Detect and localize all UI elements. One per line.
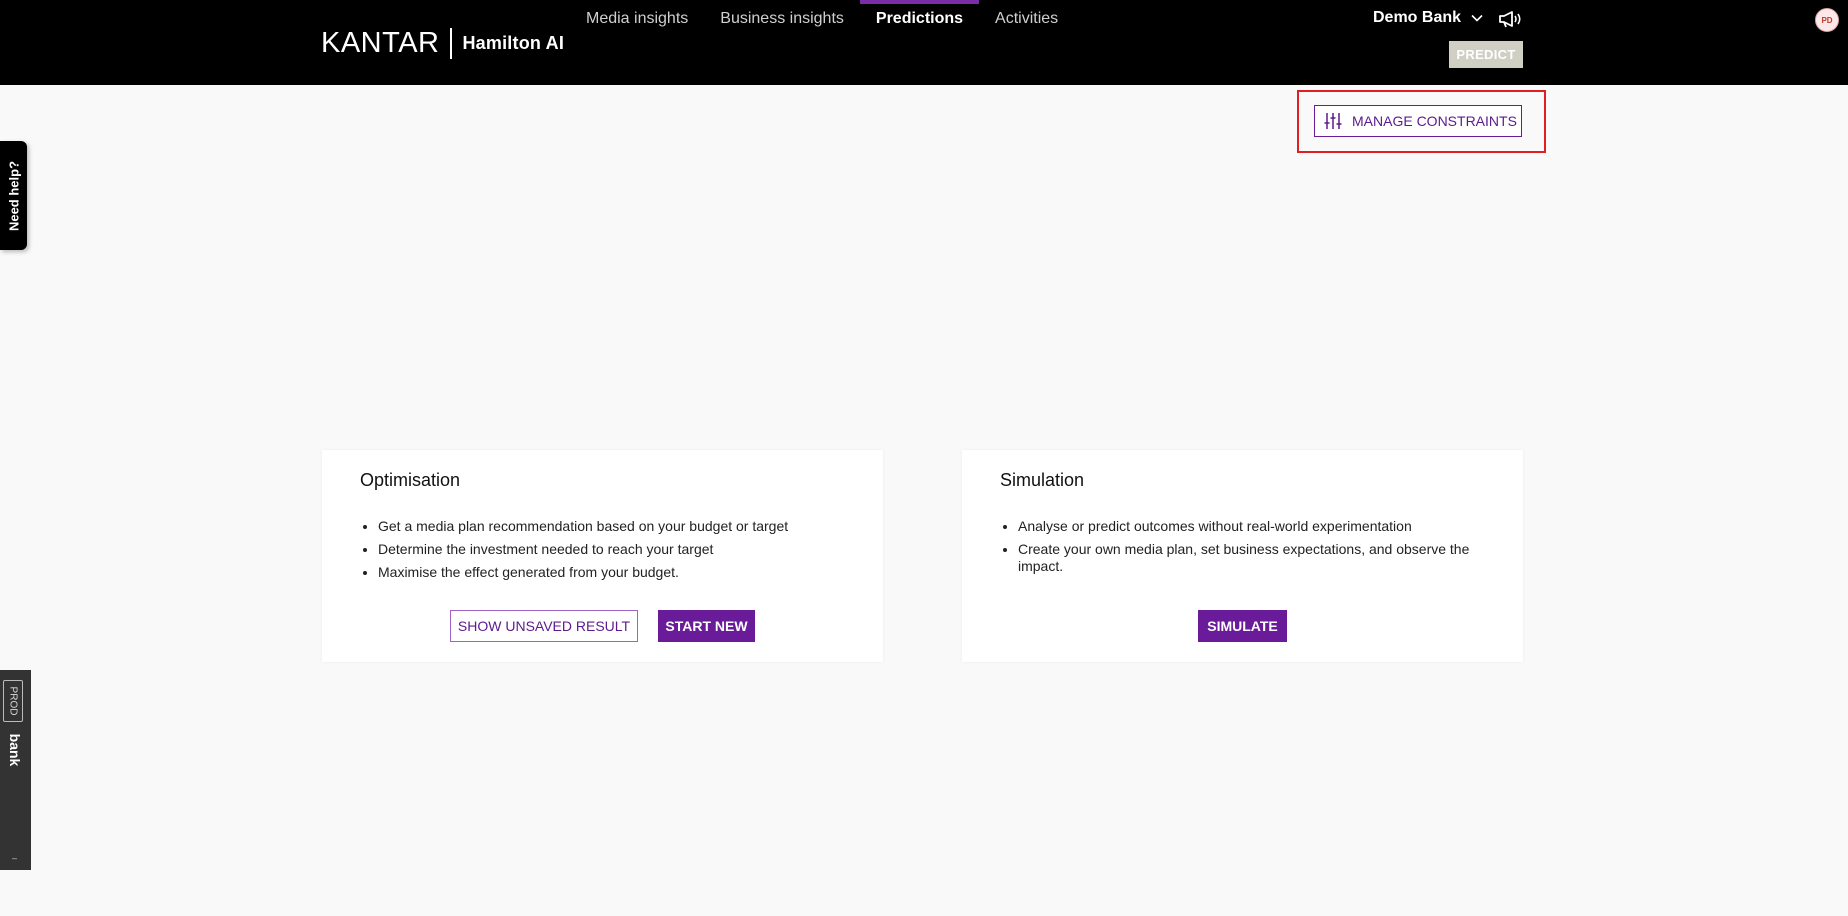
simulate-button[interactable]: SIMULATE — [1198, 610, 1287, 642]
kantar-logo: KANTAR — [321, 26, 440, 59]
avatar[interactable]: PD — [1815, 8, 1839, 32]
start-new-button[interactable]: START NEW — [658, 610, 755, 642]
list-item: Create your own media plan, set business… — [1018, 541, 1490, 575]
predict-button[interactable]: PREDICT — [1449, 41, 1523, 68]
product-name: Hamilton AI — [462, 32, 565, 53]
manage-constraints-button[interactable]: MANAGE CONSTRAINTS — [1314, 105, 1522, 137]
show-unsaved-result-button[interactable]: SHOW UNSAVED RESULT — [450, 610, 638, 642]
optimisation-title: Optimisation — [360, 470, 461, 490]
simulation-card: Simulation Analyse or predict outcomes w… — [962, 450, 1523, 662]
environment-collapse[interactable]: – — [12, 853, 17, 863]
need-help-label: Need help? — [6, 160, 21, 231]
environment-name: bank — [7, 733, 23, 767]
simulation-bullets: Analyse or predict outcomes without real… — [1000, 518, 1490, 581]
optimisation-bullets: Get a media plan recommendation based on… — [360, 518, 850, 587]
account-selector[interactable]: Demo Bank — [1373, 9, 1484, 27]
manage-constraints-label: MANAGE CONSTRAINTS — [1352, 113, 1517, 129]
list-item: Maximise the effect generated from your … — [378, 564, 850, 581]
top-bar: KANTAR Hamilton AI Media insights Busine… — [0, 0, 1848, 85]
sliders-icon — [1324, 113, 1342, 129]
nav-tab-activities[interactable]: Activities — [979, 0, 1074, 40]
optimisation-card: Optimisation Get a media plan recommenda… — [322, 450, 883, 662]
nav-tab-media-insights[interactable]: Media insights — [570, 0, 704, 40]
environment-badge-label: PROD — [7, 686, 19, 716]
nav-tab-predictions[interactable]: Predictions — [859, 0, 980, 40]
main-nav: Media insights Business insights Predict… — [570, 0, 1074, 40]
list-item: Get a media plan recommendation based on… — [378, 518, 850, 535]
need-help-tab[interactable]: Need help? — [0, 141, 27, 250]
environment-badge: PROD — [3, 680, 23, 722]
brand[interactable]: KANTAR Hamilton AI — [321, 26, 564, 60]
list-item: Analyse or predict outcomes without real… — [1018, 518, 1490, 535]
megaphone-icon[interactable] — [1497, 9, 1523, 29]
nav-tab-business-insights[interactable]: Business insights — [704, 0, 860, 40]
list-item: Determine the investment needed to reach… — [378, 541, 850, 558]
chevron-down-icon — [1471, 14, 1483, 22]
account-name: Demo Bank — [1373, 9, 1462, 26]
simulation-title: Simulation — [1000, 470, 1085, 490]
brand-divider — [450, 27, 453, 59]
